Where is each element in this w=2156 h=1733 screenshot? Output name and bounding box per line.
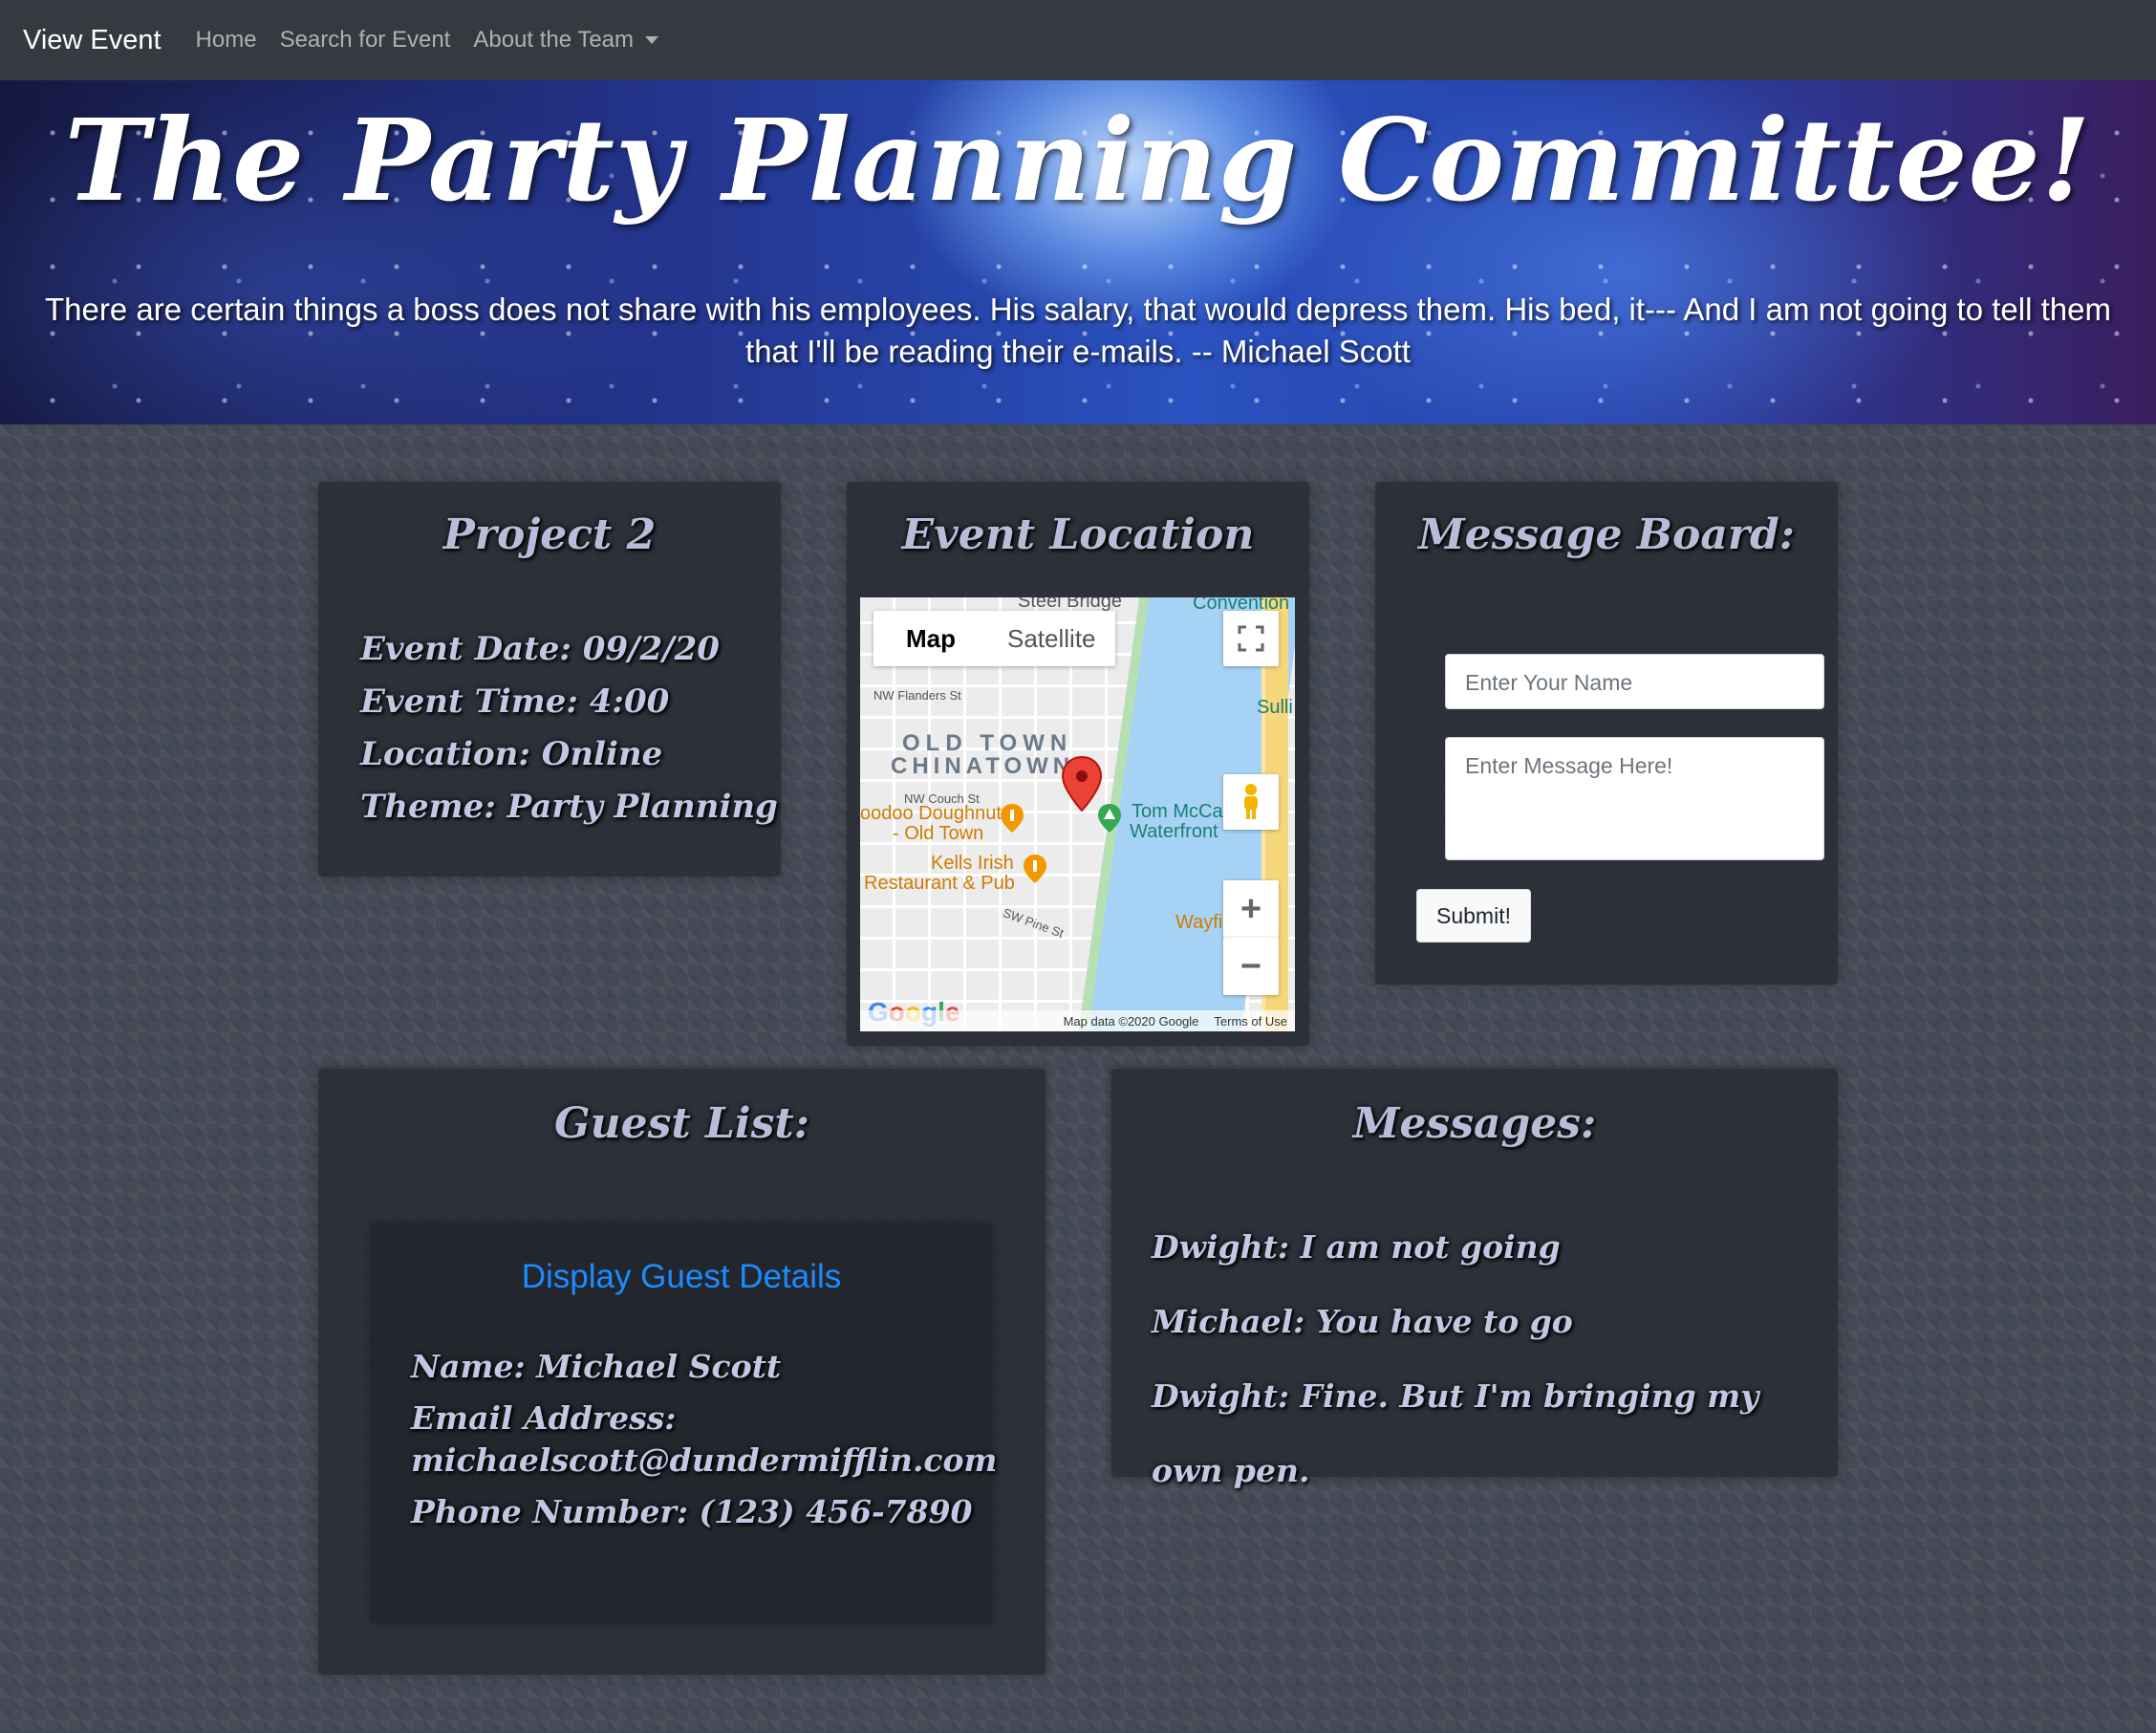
map-label-wayfi: Wayfi [1175, 912, 1223, 933]
map-type-satellite-button[interactable]: Satellite [988, 611, 1115, 666]
messages-card: Messages: Dwight: I am not going Michael… [1111, 1069, 1838, 1489]
map-label-tom-mccall: Tom McCa [1132, 801, 1223, 822]
restaurant-marker-icon[interactable] [1000, 803, 1024, 834]
hero-title: The Party Planning Committee! [64, 94, 2092, 227]
map-type-toggle: Map Satellite [873, 611, 1115, 666]
guest-details-card: Display Guest Details Name: Michael Scot… [371, 1224, 997, 1623]
guest-name: Name: Michael Scott [411, 1348, 782, 1385]
message-textarea[interactable]: Enter Message Here! [1445, 737, 1824, 860]
map-label-voodoo: oodoo Doughnut [860, 803, 1002, 824]
brand[interactable]: View Event [23, 25, 162, 56]
hero-quote: There are certain things a boss does not… [45, 292, 2111, 369]
caret-down-icon [645, 36, 659, 44]
event-details-card: Project 2 Event Date: 09/2/20 Event Time… [318, 482, 781, 877]
display-guest-details-link[interactable]: Display Guest Details [371, 1258, 992, 1296]
fullscreen-icon[interactable] [1223, 611, 1279, 666]
guest-details: Name: Michael Scott Email Address: micha… [411, 1346, 997, 1533]
event-location: Location: Online [360, 735, 663, 773]
guest-email: michaelscott@dundermifflin.com [411, 1441, 998, 1479]
event-theme: Theme: Party Planning [360, 788, 778, 826]
nav-about-team-dropdown[interactable]: About the Team [473, 27, 659, 54]
name-input[interactable]: Enter Your Name [1445, 654, 1824, 709]
map-label-chinatown: CHINATOWN [891, 753, 1075, 779]
map-footer: Map data ©2020 Google Terms of Use [860, 1010, 1295, 1031]
event-title: Project 2 [442, 510, 657, 559]
hero-banner: The Party Planning Committee! There are … [0, 80, 2156, 424]
nav-about-team-label: About the Team [473, 27, 635, 53]
map-terms-link[interactable]: Terms of Use [1214, 1014, 1287, 1029]
location-title: Event Location [901, 510, 1255, 559]
map-label-flanders: NW Flanders St [873, 688, 961, 703]
zoom-out-icon[interactable]: − [1223, 938, 1279, 995]
google-map[interactable]: Steel Bridge Convention Sulli NW Flander… [860, 597, 1295, 1031]
pegman-icon[interactable] [1223, 774, 1279, 830]
message-item: Dwight: I am not going [1152, 1228, 1561, 1266]
map-data-credit: Map data ©2020 Google [1063, 1013, 1199, 1029]
message-board-title: Message Board: [1417, 510, 1796, 559]
nav-home[interactable]: Home [196, 27, 257, 54]
messages-title: Messages: [1352, 1099, 1597, 1148]
map-label-pine: SW Pine St [1001, 905, 1067, 941]
nav-search-event[interactable]: Search for Event [280, 27, 451, 54]
event-details-list: Event Date: 09/2/20 Event Time: 4:00 Loc… [360, 623, 778, 834]
map-type-map-button[interactable]: Map [873, 611, 988, 666]
event-time: Event Time: 4:00 [360, 682, 670, 721]
map-label-kells: Kells Irish [931, 853, 1014, 874]
guest-email-label: Email Address: [411, 1399, 677, 1437]
message-item: Michael: You have to go [1152, 1303, 1573, 1340]
guest-list-title: Guest List: [554, 1099, 809, 1148]
map-label-kells-2: Restaurant & Pub [864, 873, 1015, 894]
park-marker-icon[interactable] [1097, 803, 1122, 834]
submit-button[interactable]: Submit! [1416, 889, 1531, 942]
map-label-voodoo-2: - Old Town [893, 823, 984, 844]
map-label-steel-bridge: Steel Bridge [1018, 597, 1122, 612]
map-label-sulli: Sulli [1257, 697, 1293, 718]
map-label-waterfront: Waterfront [1130, 821, 1218, 842]
message-item: Dwight: Fine. But I'm bringing my own pe… [1152, 1377, 1759, 1489]
messages-list: Dwight: I am not going Michael: You have… [1152, 1210, 1838, 1508]
guest-phone: Phone Number: (123) 456-7890 [411, 1493, 973, 1530]
navbar: View Event Home Search for Event About t… [0, 0, 2156, 80]
zoom-in-icon[interactable]: + [1223, 880, 1279, 938]
map-label-old-town: OLD TOWN [902, 730, 1073, 756]
restaurant-marker-icon-2[interactable] [1023, 854, 1047, 884]
event-date: Event Date: 09/2/20 [360, 630, 720, 668]
